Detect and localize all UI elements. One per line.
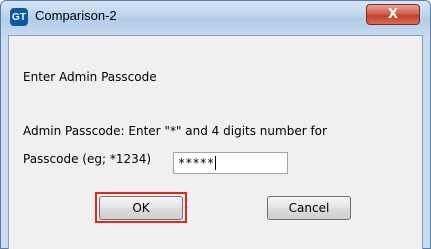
close-icon: X	[387, 7, 399, 22]
cancel-button[interactable]: Cancel	[267, 196, 351, 220]
passcode-input[interactable]: *****	[173, 152, 288, 174]
text-caret	[215, 156, 217, 170]
title-bar[interactable]: GT Comparison-2 X	[1, 1, 430, 35]
dialog-body: Enter Admin Passcode Admin Passcode: Ent…	[8, 35, 423, 249]
window-title: Comparison-2	[35, 8, 117, 23]
app-icon: GT	[10, 8, 28, 26]
instructions-line-1: Admin Passcode: Enter "*" and 4 digits n…	[23, 124, 327, 138]
dialog-window: GT Comparison-2 X Enter Admin Passcode A…	[0, 0, 431, 249]
dialog-heading: Enter Admin Passcode	[23, 70, 157, 84]
passcode-value: *****	[178, 156, 215, 170]
ok-button[interactable]: OK	[99, 196, 183, 220]
close-button[interactable]: X	[366, 4, 420, 25]
